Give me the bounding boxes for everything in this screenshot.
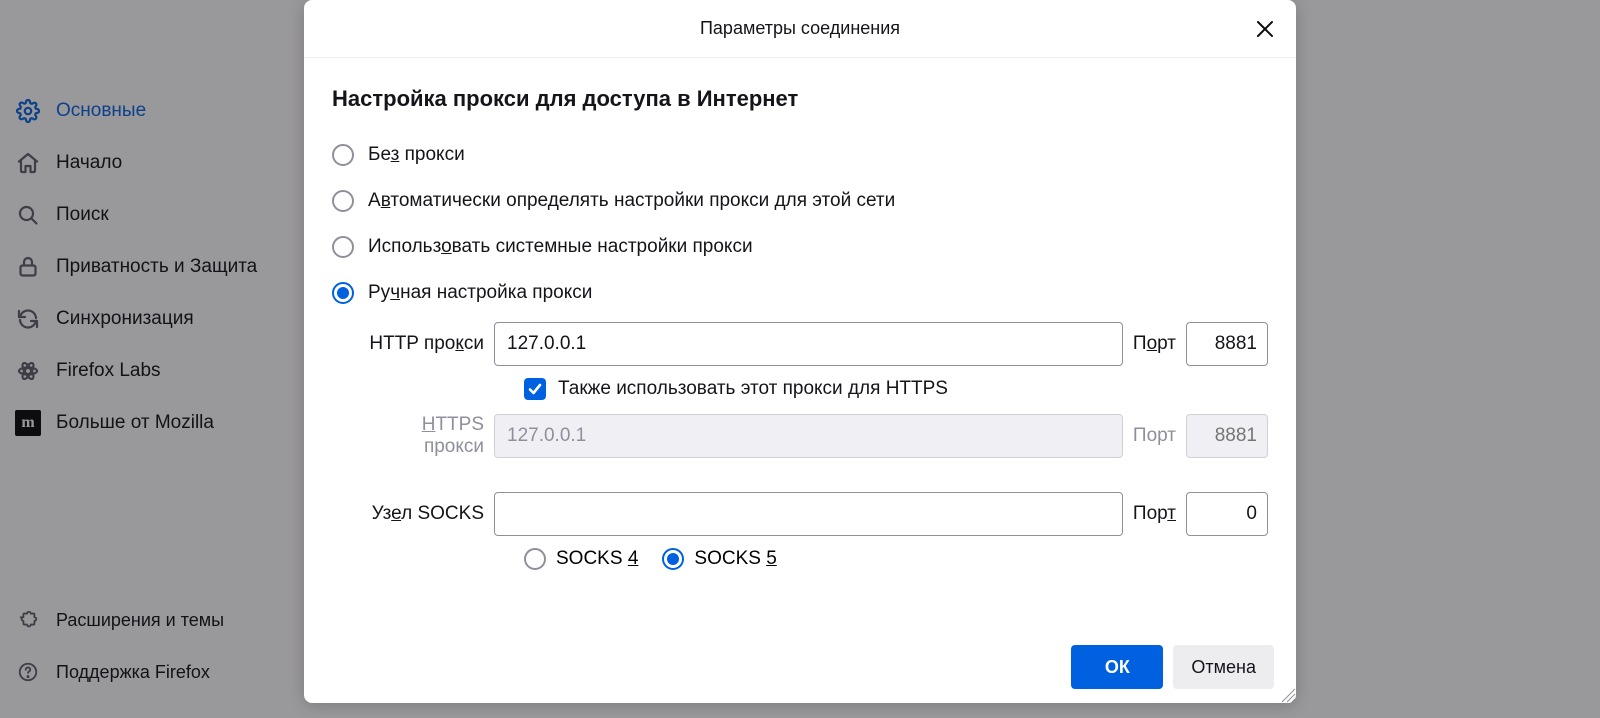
http-port-input[interactable]: [1186, 322, 1268, 366]
radio-icon: [332, 190, 354, 212]
radio-icon: [524, 548, 546, 570]
socks-port-input[interactable]: [1186, 492, 1268, 536]
radio-icon: [332, 144, 354, 166]
ok-button[interactable]: ОК: [1071, 645, 1163, 689]
proxy-option-label: Ручная настройка прокси: [368, 282, 592, 304]
dialog-title: Параметры соединения: [700, 18, 900, 39]
proxy-option-label: Использовать системные настройки прокси: [368, 236, 753, 258]
proxy-option-label: Автоматически определять настройки прокс…: [368, 190, 895, 212]
section-title: Настройка прокси для доступа в Интернет: [332, 86, 1268, 112]
https-proxy-label: HTTPS прокси: [362, 414, 484, 458]
socks-v4-label: SOCKS 4: [556, 548, 638, 570]
socks-host-row: Узел SOCKS Порт: [362, 492, 1268, 536]
radio-icon: [332, 236, 354, 258]
cancel-button[interactable]: Отмена: [1173, 645, 1274, 689]
https-port-label: Порт: [1133, 425, 1176, 447]
close-button[interactable]: [1250, 14, 1280, 44]
manual-proxy-form: HTTP прокси Порт Также использовать этот…: [362, 322, 1268, 570]
socks-host-input[interactable]: [494, 492, 1123, 536]
socks-version-row: SOCKS 4 SOCKS 5: [524, 548, 1268, 570]
socks-port-label: Порт: [1133, 503, 1176, 525]
http-proxy-input[interactable]: [494, 322, 1123, 366]
proxy-option-system[interactable]: Использовать системные настройки прокси: [332, 224, 1268, 270]
https-port-input: [1186, 414, 1268, 458]
socks-v5-radio[interactable]: SOCKS 5: [662, 548, 776, 570]
dialog-body[interactable]: Настройка прокси для доступа в Интернет …: [304, 58, 1296, 631]
http-proxy-row: HTTP прокси Порт: [362, 322, 1268, 366]
socks-v4-radio[interactable]: SOCKS 4: [524, 548, 638, 570]
socks-v5-label: SOCKS 5: [694, 548, 776, 570]
also-use-for-https-checkbox[interactable]: Также использовать этот прокси для HTTPS: [524, 378, 1268, 400]
proxy-option-manual[interactable]: Ручная настройка прокси: [332, 270, 1268, 316]
socks-host-label: Узел SOCKS: [362, 503, 484, 525]
proxy-option-label: Без прокси: [368, 144, 465, 166]
checkbox-checked-icon: [524, 378, 546, 400]
http-proxy-label: HTTP прокси: [362, 333, 484, 355]
http-port-label: Порт: [1133, 333, 1176, 355]
also-use-for-https-label: Также использовать этот прокси для HTTPS: [558, 378, 948, 400]
dialog-header: Параметры соединения: [304, 0, 1296, 58]
radio-icon: [332, 282, 354, 304]
dialog-footer: ОК Отмена: [304, 631, 1296, 703]
resize-handle[interactable]: [1278, 685, 1296, 703]
proxy-option-autodetect[interactable]: Автоматически определять настройки прокс…: [332, 178, 1268, 224]
https-proxy-input: [494, 414, 1123, 458]
connection-settings-dialog: Параметры соединения Настройка прокси дл…: [304, 0, 1296, 703]
radio-icon: [662, 548, 684, 570]
https-proxy-row: HTTPS прокси Порт: [362, 414, 1268, 458]
proxy-option-none[interactable]: Без прокси: [332, 132, 1268, 178]
